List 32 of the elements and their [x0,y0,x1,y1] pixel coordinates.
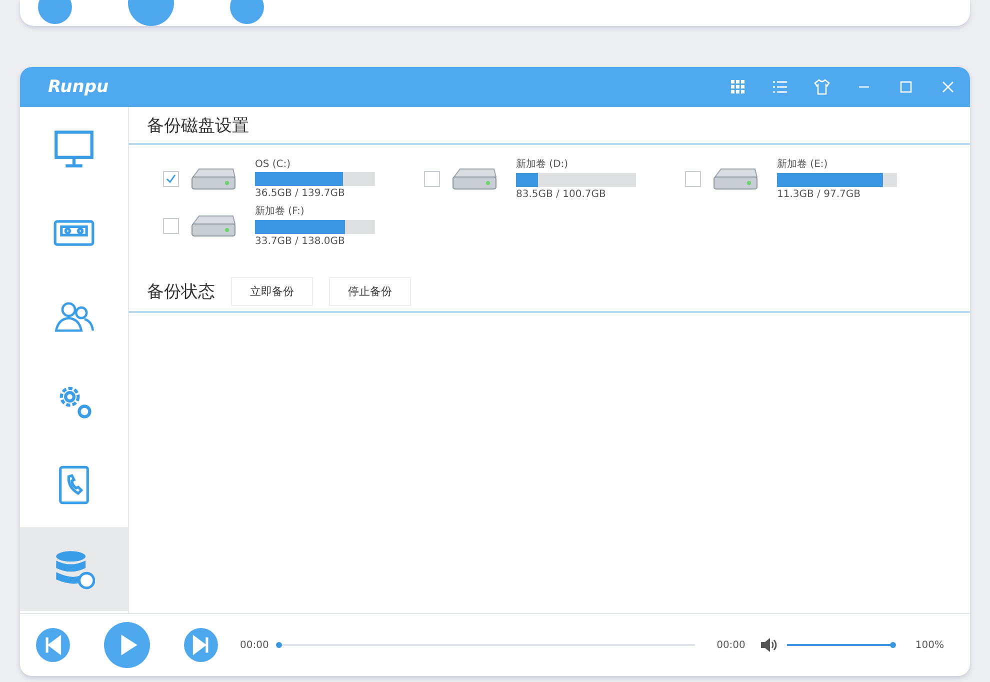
drive-size: 83.5GB / 100.7GB [516,189,607,200]
checkbox[interactable] [685,170,701,186]
progress-handle[interactable] [276,642,282,648]
total-time: 00:00 [716,640,746,650]
drive-name: 新加卷 (D:) [516,158,570,171]
drive-size: 11.3GB / 97.7GB [777,189,862,200]
volume-handle[interactable] [890,642,896,648]
database-icon [53,548,95,590]
shirt-icon[interactable] [814,79,830,95]
volume-reading: 100% [915,640,944,650]
drive-size: 33.7GB / 138.0GB [255,236,346,247]
drive-name: OS (C:) [255,158,292,170]
drive-size: 36.5GB / 139.7GB [255,188,346,198]
section-title: 备份状态 [147,280,215,302]
volume-icon[interactable] [759,636,780,654]
checkbox[interactable] [163,170,179,186]
app-logo: Runpu [48,77,109,97]
monitor-icon [53,128,95,170]
section-title: 备份磁盘设置 [147,114,249,136]
list-icon[interactable] [772,79,788,95]
sidebar-item[interactable] [20,527,128,611]
close-icon[interactable] [940,79,956,95]
elapsed-time: 00:00 [240,640,269,650]
grid-icon[interactable] [730,79,746,95]
drive-name: 新加卷 (E:) [777,158,829,171]
backup-button[interactable]: 停止备份 [329,276,411,306]
drive-name: 新加卷 (F:) [255,204,306,218]
maximize-icon[interactable] [898,79,914,95]
backup-button[interactable]: 立即备份 [231,276,313,306]
check-icon [165,172,177,184]
checkbox[interactable] [424,170,440,186]
checkbox[interactable] [163,218,179,234]
